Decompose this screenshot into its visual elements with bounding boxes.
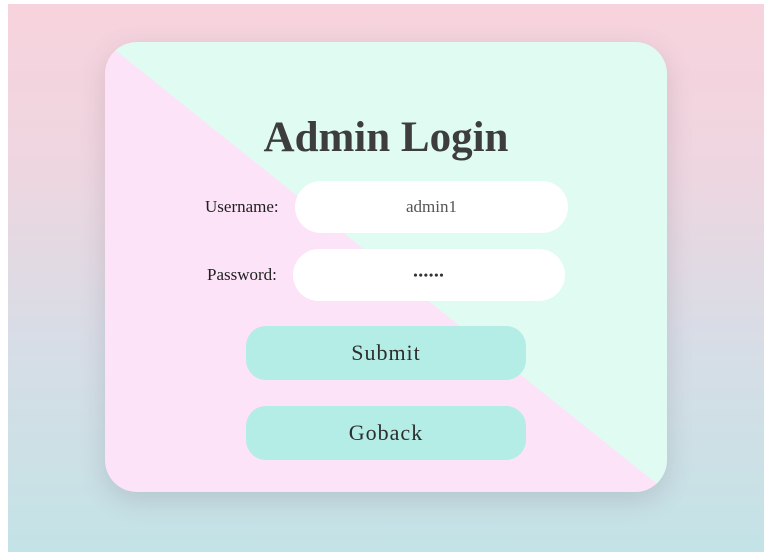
password-row: Password: ••••••	[105, 249, 667, 301]
submit-button[interactable]: Submit	[246, 326, 526, 380]
page-title: Admin Login	[263, 114, 509, 161]
password-field[interactable]: ••••••	[293, 249, 565, 301]
username-field[interactable]: admin1	[295, 181, 568, 233]
goback-button[interactable]: Goback	[246, 406, 526, 460]
username-label: Username:	[205, 197, 279, 216]
password-label: Password:	[207, 265, 277, 284]
username-row: Username: admin1	[105, 181, 667, 233]
login-card-panel: Admin Login Username: admin1 Password: •…	[105, 42, 667, 492]
